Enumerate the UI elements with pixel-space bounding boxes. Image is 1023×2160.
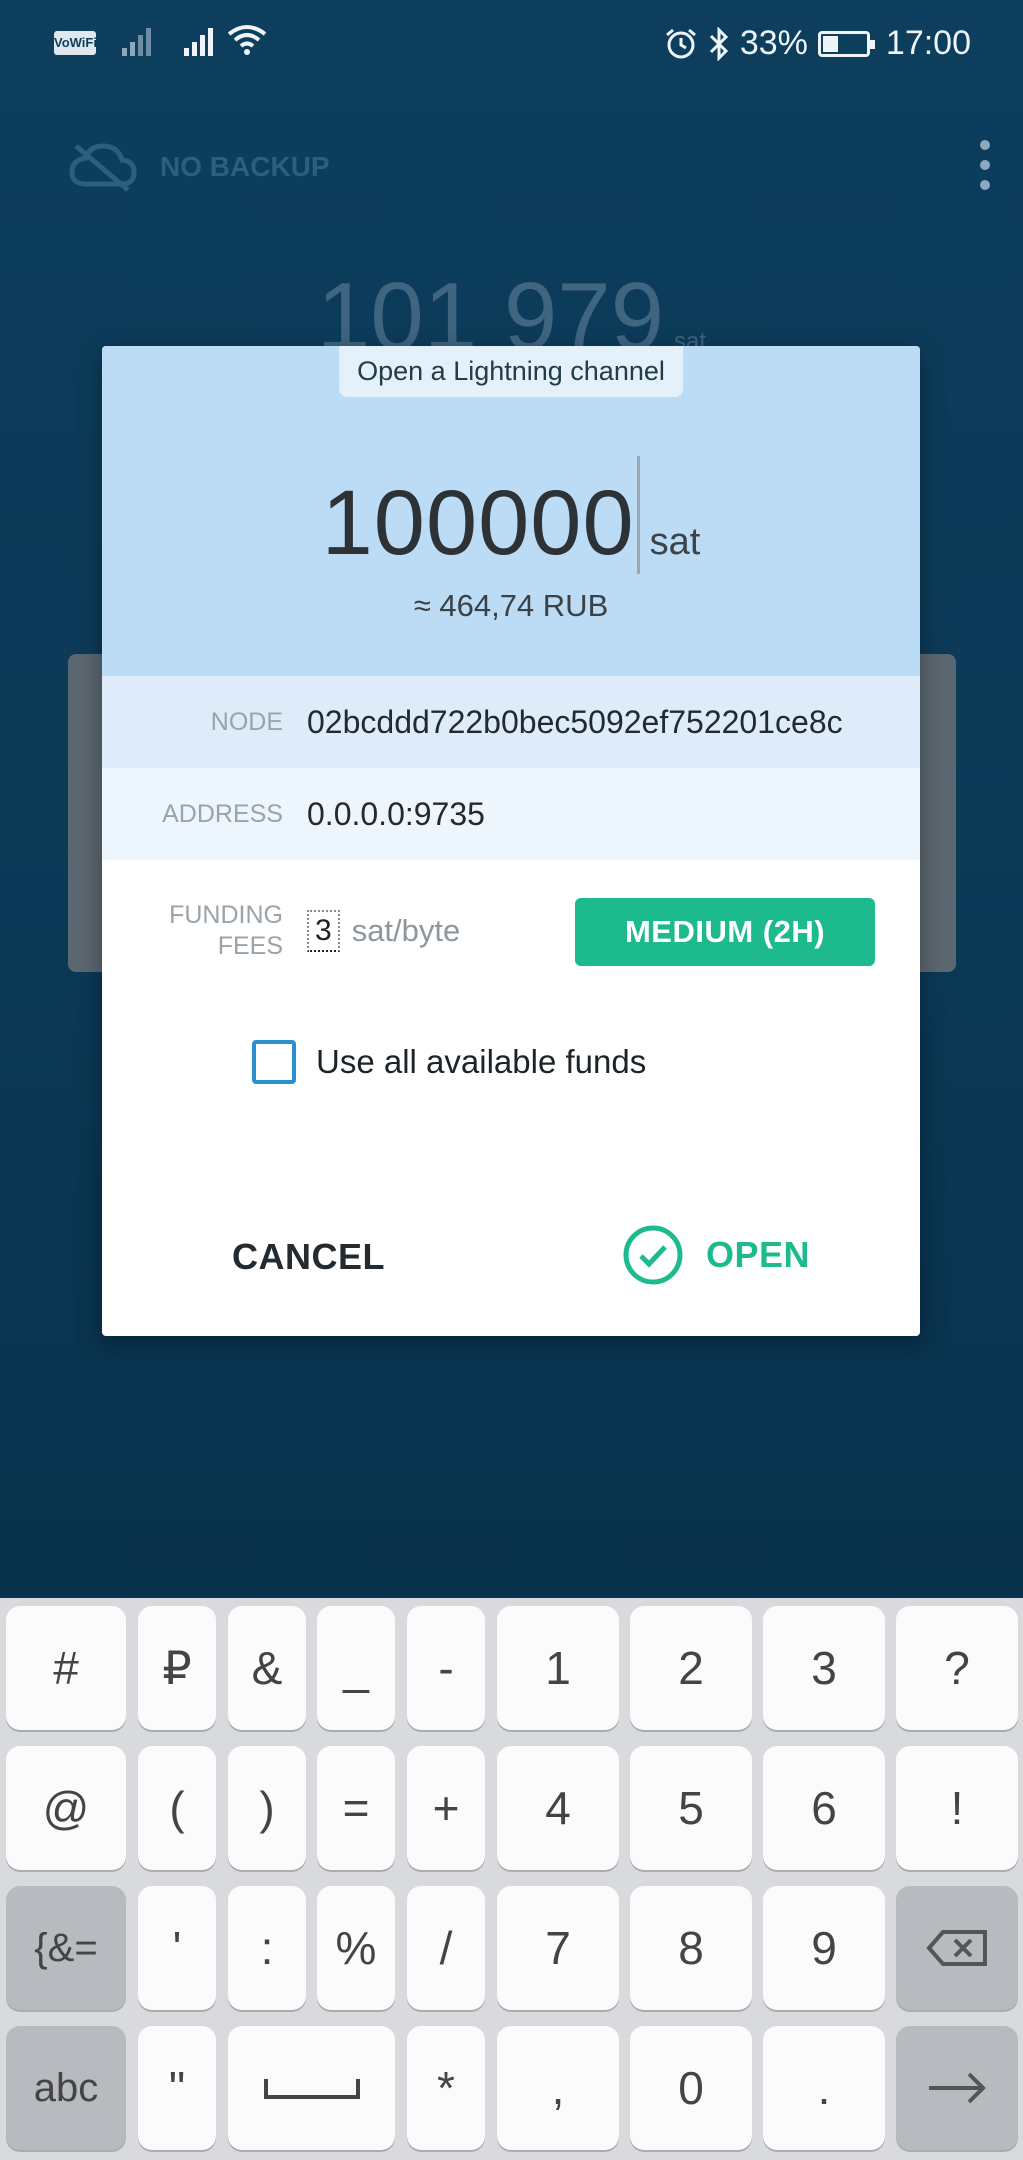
- fee-rate-input[interactable]: 3: [307, 910, 340, 952]
- key-55[interactable]: 7: [497, 1886, 619, 2010]
- key-57[interactable]: 9: [763, 1886, 885, 2010]
- bluetooth-icon: [709, 26, 728, 61]
- key-50[interactable]: 2: [630, 1606, 752, 1730]
- key-56[interactable]: 8: [630, 1886, 752, 2010]
- backup-status[interactable]: NO BACKUP: [68, 142, 330, 192]
- symbols-toggle-key[interactable]: {&=: [6, 1886, 126, 2010]
- fee-speed-button[interactable]: MEDIUM (2H): [575, 898, 875, 966]
- text-caret: [636, 456, 640, 574]
- address-row: ADDRESS 0.0.0.0:9735: [102, 768, 920, 860]
- key-58[interactable]: :: [228, 1886, 306, 2010]
- cloud-off-icon: [69, 143, 137, 192]
- fiat-equivalent: ≈ 464,74 RUB: [413, 588, 609, 623]
- abc-key[interactable]: abc: [6, 2026, 126, 2150]
- signal-strong-icon: [184, 28, 213, 56]
- key-40[interactable]: (: [138, 1746, 216, 1870]
- funding-label-line2: FEES: [217, 932, 283, 960]
- space-bar-icon: [263, 2079, 360, 2099]
- key-35[interactable]: #: [6, 1606, 126, 1730]
- key-33[interactable]: !: [896, 1746, 1018, 1870]
- wifi-icon: [227, 25, 267, 55]
- key-39[interactable]: ': [138, 1886, 216, 2010]
- funding-label-line1: FUNDING: [169, 900, 283, 929]
- backup-label: NO BACKUP: [160, 151, 330, 182]
- key-34[interactable]: ": [138, 2026, 216, 2150]
- cancel-button[interactable]: CANCEL: [232, 1236, 385, 1278]
- key-46[interactable]: .: [763, 2026, 885, 2150]
- fee-unit: sat/byte: [351, 913, 461, 948]
- symbol-keyboard: # ₽ & _ -1 2 3? @() = +4 5 6! {&= ':%/7 8 9 abc " *, 0.: [0, 1598, 1023, 2160]
- key-52[interactable]: 4: [497, 1746, 619, 1870]
- use-all-funds-checkbox[interactable]: [252, 1040, 296, 1084]
- alarm-icon: [665, 28, 696, 58]
- key-63[interactable]: ?: [896, 1606, 1018, 1730]
- key-51[interactable]: 3: [763, 1606, 885, 1730]
- key-43[interactable]: +: [407, 1746, 485, 1870]
- clock: 17:00: [885, 24, 971, 62]
- node-value[interactable]: 02bcddd722b0bec5092ef752201ce8c: [307, 704, 877, 741]
- open-label: OPEN: [706, 1234, 811, 1275]
- use-all-funds-label: Use all available funds: [316, 1043, 647, 1080]
- funding-fees-label: FUNDING FEES: [102, 900, 307, 963]
- open-channel-dialog: Open a Lightning channel 100000 sat ≈ 464…: [102, 346, 920, 1336]
- battery-percent: 33%: [739, 24, 808, 62]
- node-row: NODE 02bcddd722b0bec5092ef752201ce8c: [102, 676, 920, 768]
- backspace-icon: [926, 1930, 987, 1966]
- key-45[interactable]: -: [407, 1606, 485, 1730]
- status-bar: VoWiFi 33% 17:00: [0, 0, 1023, 90]
- amount-input[interactable]: 100000: [322, 472, 635, 574]
- key-49[interactable]: 1: [497, 1606, 619, 1730]
- node-label: NODE: [210, 707, 283, 736]
- key-53[interactable]: 5: [630, 1746, 752, 1870]
- key-95[interactable]: _: [317, 1606, 395, 1730]
- key-37[interactable]: %: [317, 1886, 395, 2010]
- battery-fill: [822, 35, 838, 52]
- use-all-funds-option[interactable]: Use all available funds: [252, 1040, 646, 1084]
- key-8381[interactable]: ₽: [138, 1606, 216, 1730]
- address-value[interactable]: 0.0.0.0:9735: [307, 796, 877, 833]
- key-54[interactable]: 6: [763, 1746, 885, 1870]
- key-48[interactable]: 0: [630, 2026, 752, 2150]
- key-41[interactable]: ): [228, 1746, 306, 1870]
- space-key[interactable]: [228, 2026, 395, 2150]
- amount-unit: sat: [649, 521, 701, 563]
- key-38[interactable]: &: [228, 1606, 306, 1730]
- open-button[interactable]: OPEN: [622, 1224, 810, 1286]
- key-64[interactable]: @: [6, 1746, 126, 1870]
- key-42[interactable]: *: [407, 2026, 485, 2150]
- enter-key[interactable]: [896, 2026, 1018, 2150]
- address-label: ADDRESS: [162, 799, 283, 828]
- dialog-title: Open a Lightning channel: [339, 346, 683, 397]
- key-47[interactable]: /: [407, 1886, 485, 2010]
- key-61[interactable]: =: [317, 1746, 395, 1870]
- backspace-key[interactable]: [896, 1886, 1018, 2010]
- dialog-header: Open a Lightning channel 100000 sat ≈ 464…: [102, 346, 920, 676]
- battery-icon: [817, 30, 875, 57]
- vowifi-icon: VoWiFi: [54, 31, 97, 55]
- key-44[interactable]: ,: [497, 2026, 619, 2150]
- signal-weak-icon: [122, 28, 151, 56]
- check-circle-icon: [623, 1225, 683, 1285]
- overflow-menu-icon[interactable]: [975, 140, 995, 200]
- amount-input-row[interactable]: 100000 sat: [102, 456, 920, 576]
- arrow-right-icon: [929, 2072, 986, 2104]
